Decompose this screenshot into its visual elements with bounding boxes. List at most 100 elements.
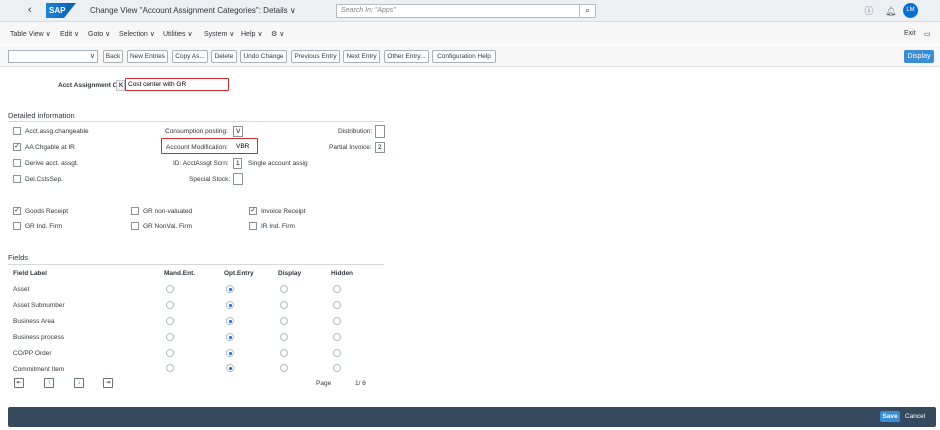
radio-opt[interactable] xyxy=(226,349,234,357)
gr-non-valuated-checkbox[interactable] xyxy=(131,207,139,215)
display-button[interactable]: Display xyxy=(904,50,934,63)
last-page-icon[interactable]: ⇥ xyxy=(103,378,113,388)
radio-opt[interactable] xyxy=(226,317,234,325)
app-title[interactable]: Change View "Account Assignment Categori… xyxy=(90,6,296,15)
radio-mand[interactable] xyxy=(166,301,174,309)
fields-title: Fields xyxy=(8,253,29,262)
radio-mand[interactable] xyxy=(166,333,174,341)
radio-mand[interactable] xyxy=(166,349,174,357)
radio-opt[interactable] xyxy=(226,285,234,293)
page-value: 1/ 6 xyxy=(355,380,366,387)
goods-receipt-label: Goods Receipt xyxy=(25,208,68,215)
aa-chgable-ir-label: AA Chgable at IR xyxy=(25,144,75,151)
menu-label: Goto xyxy=(88,31,104,38)
row-label: Business Area xyxy=(13,318,55,325)
radio-display[interactable] xyxy=(280,317,288,325)
gr-non-valuated-label: GR non-valuated xyxy=(143,208,193,215)
menu-help[interactable]: Help ∨ xyxy=(241,30,262,38)
menu-goto[interactable]: Goto ∨ xyxy=(88,30,110,38)
previous-page-icon[interactable]: ↑ xyxy=(44,378,54,388)
next-entry-button[interactable]: Next Entry xyxy=(343,50,380,63)
radio-display[interactable] xyxy=(280,349,288,357)
distribution-field[interactable] xyxy=(375,125,385,138)
search-placeholder: Search In: "Apps" xyxy=(341,7,396,14)
title-chevron-icon[interactable]: ∨ xyxy=(290,6,296,15)
aa-chgable-ir-checkbox[interactable]: ✓ xyxy=(13,143,21,151)
radio-mand[interactable] xyxy=(166,364,174,372)
divider xyxy=(8,121,384,122)
id-acct-assgt-scrn-field[interactable]: 1 xyxy=(233,158,242,169)
command-field-dropdown[interactable]: ∨ xyxy=(8,50,98,63)
id-acct-assgt-desc: Single account assig xyxy=(248,160,308,167)
partial-invoice-field[interactable]: 2 xyxy=(375,142,385,153)
radio-hidden[interactable] xyxy=(333,364,341,372)
back-arrow-icon[interactable]: ‹ xyxy=(28,4,40,16)
avatar[interactable]: LM xyxy=(903,3,918,18)
row-label: Asset Subnumber xyxy=(13,302,65,309)
radio-hidden[interactable] xyxy=(333,349,341,357)
radio-mand[interactable] xyxy=(166,317,174,325)
footer-bar xyxy=(8,407,936,427)
radio-mand[interactable] xyxy=(166,285,174,293)
shell-bar: ‹ SAP Change View "Account Assignment Ca… xyxy=(0,0,940,22)
menu-selection[interactable]: Selection ∨ xyxy=(119,30,155,38)
ir-ind-firm-checkbox[interactable] xyxy=(249,222,257,230)
radio-opt[interactable] xyxy=(226,301,234,309)
invoice-receipt-checkbox[interactable]: ✓ xyxy=(249,207,257,215)
col-hidden: Hidden xyxy=(331,270,354,277)
id-acct-assgt-scrn-label: ID: AcctAssgt Scrn: xyxy=(173,160,229,167)
radio-hidden[interactable] xyxy=(333,301,341,309)
fullscreen-icon[interactable]: ▭ xyxy=(924,30,931,38)
gr-ind-firm-checkbox[interactable] xyxy=(13,222,21,230)
partial-invoice-label: Partial Invoice: xyxy=(329,144,372,151)
menu-utilities[interactable]: Utilities ∨ xyxy=(163,30,193,38)
configuration-help-button[interactable]: Configuration Help xyxy=(432,50,496,63)
save-button[interactable]: Save xyxy=(880,411,900,422)
next-page-icon[interactable]: ↓ xyxy=(74,378,84,388)
row-label: CO/PP Order xyxy=(13,350,52,357)
menu-edit[interactable]: Edit ∨ xyxy=(60,30,79,38)
new-entries-button[interactable]: New Entries xyxy=(127,50,168,63)
toolbar: ∨ Back New Entries Copy As... Delete Und… xyxy=(0,45,940,67)
acct-assg-changeable-checkbox[interactable] xyxy=(13,127,21,135)
radio-opt[interactable] xyxy=(226,333,234,341)
row-label: Commitment Item xyxy=(13,366,65,373)
sap-logo[interactable]: SAP xyxy=(46,3,76,18)
radio-hidden[interactable] xyxy=(333,285,341,293)
copy-as-button[interactable]: Copy As... xyxy=(172,50,208,63)
exit-button[interactable]: Exit xyxy=(904,30,916,37)
ir-ind-firm-label: IR Ind. Firm xyxy=(261,223,295,230)
settings-gear-icon[interactable]: ⚙ ∨ xyxy=(271,30,284,38)
derive-acct-assgt-checkbox[interactable] xyxy=(13,159,21,167)
highlight-box-acct-mod xyxy=(161,138,258,154)
radio-display[interactable] xyxy=(280,285,288,293)
consumption-posting-field[interactable]: V xyxy=(233,126,243,137)
back-button[interactable]: Back xyxy=(103,50,123,63)
notification-bell-icon[interactable]: 🔔︎ xyxy=(885,6,896,16)
divider xyxy=(8,264,384,265)
first-page-icon[interactable]: ⇤ xyxy=(14,378,24,388)
search-input[interactable]: Search In: "Apps" ⌕ xyxy=(336,4,596,18)
previous-entry-button[interactable]: Previous Entry xyxy=(291,50,340,63)
cancel-button[interactable]: Cancel xyxy=(905,413,925,420)
special-stock-field[interactable] xyxy=(233,173,243,185)
help-icon[interactable]: ⓘ xyxy=(864,6,874,16)
radio-display[interactable] xyxy=(280,364,288,372)
menu-table-view[interactable]: Table View ∨ xyxy=(10,30,51,38)
radio-hidden[interactable] xyxy=(333,333,341,341)
menu-system[interactable]: System ∨ xyxy=(204,30,234,38)
radio-opt[interactable] xyxy=(226,364,234,372)
radio-display[interactable] xyxy=(280,333,288,341)
del-csts-sep-checkbox[interactable] xyxy=(13,175,21,183)
menu-label: Help xyxy=(241,31,256,38)
undo-change-button[interactable]: Undo Change xyxy=(240,50,287,63)
gr-nonval-firm-checkbox[interactable] xyxy=(131,222,139,230)
delete-button[interactable]: Delete xyxy=(211,50,237,63)
goods-receipt-checkbox[interactable]: ✓ xyxy=(13,207,21,215)
detailed-info-title: Detailed information xyxy=(8,111,75,120)
chevron-down-icon: ∨ xyxy=(89,53,95,60)
other-entry-button[interactable]: Other Entry... xyxy=(384,50,429,63)
radio-hidden[interactable] xyxy=(333,317,341,325)
search-icon[interactable]: ⌕ xyxy=(579,5,595,17)
radio-display[interactable] xyxy=(280,301,288,309)
